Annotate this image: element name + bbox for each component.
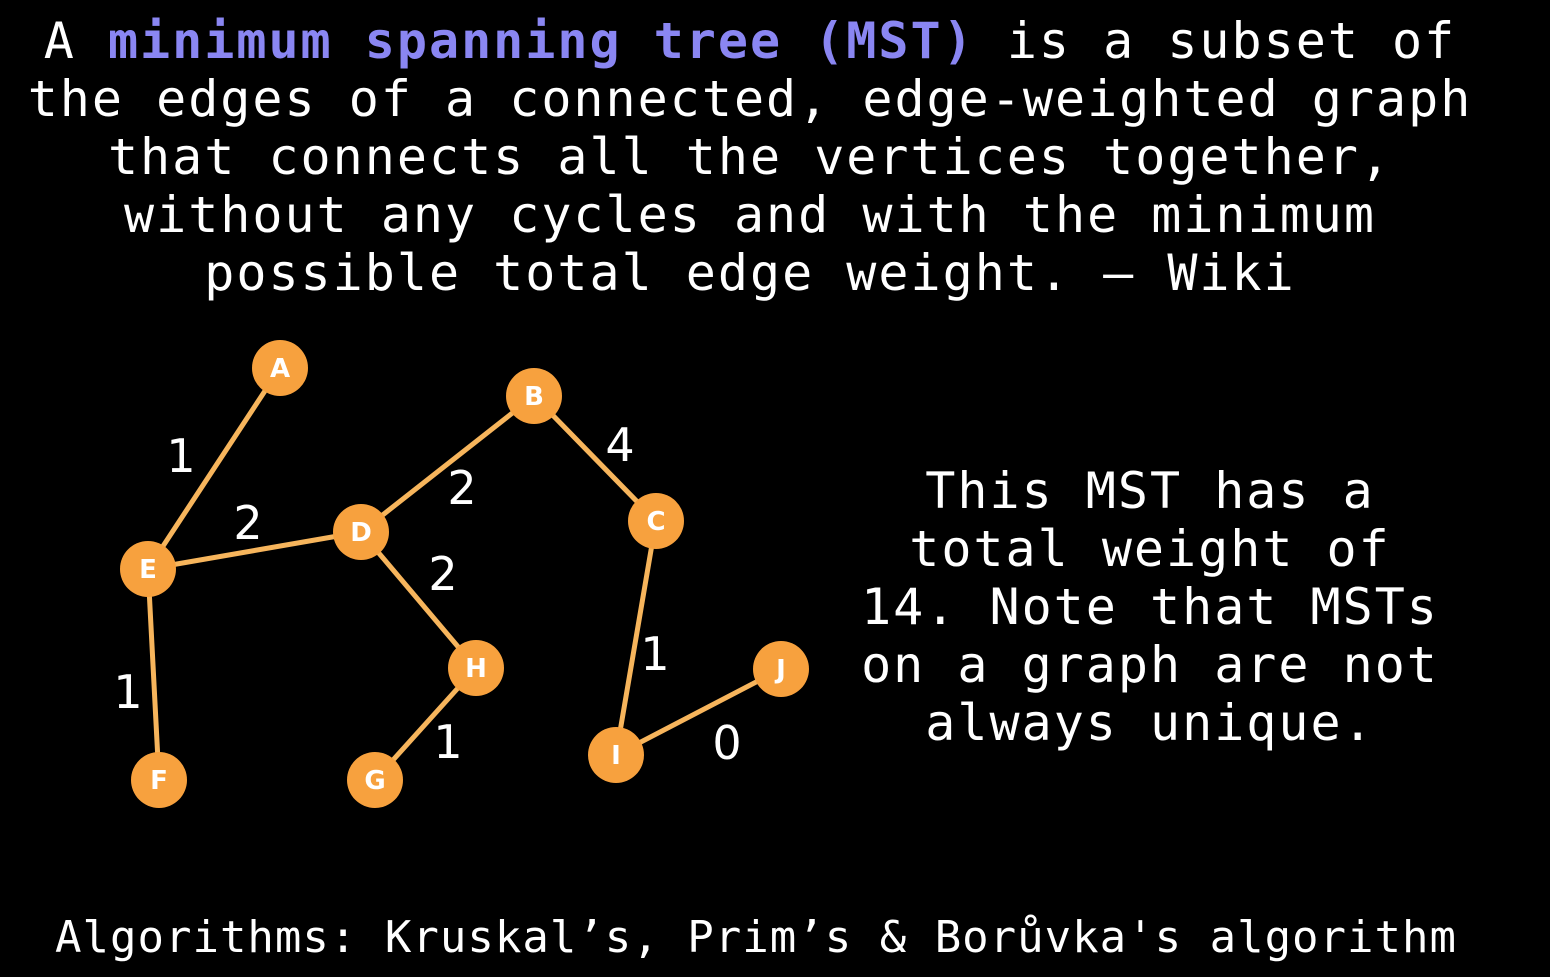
vertex-a: A bbox=[252, 340, 308, 396]
graph-edge-weights: 121224110 bbox=[113, 418, 741, 770]
note-line-4: on a graph are not bbox=[861, 636, 1439, 694]
vertex-label: D bbox=[350, 518, 372, 548]
vertex-label: F bbox=[150, 766, 168, 796]
vertex-f: F bbox=[131, 752, 187, 808]
edge-weight-h-g: 1 bbox=[433, 715, 462, 769]
vertex-g: G bbox=[347, 752, 403, 808]
mst-graph: 121224110 ABCDEF GHIJ bbox=[113, 340, 809, 808]
edge-weight-e-d: 2 bbox=[233, 496, 262, 550]
note-line-1: This MST has a bbox=[925, 462, 1375, 520]
vertex-h: H bbox=[448, 640, 504, 696]
edge-weight-b-c: 4 bbox=[605, 418, 634, 472]
edge-weight-d-b: 2 bbox=[447, 461, 476, 515]
mst-note: This MST has a total weight of 14. Note … bbox=[860, 462, 1440, 752]
edge-weight-i-j: 0 bbox=[712, 716, 741, 770]
vertex-i: I bbox=[588, 727, 644, 783]
vertex-c: C bbox=[628, 493, 684, 549]
edge-e-f bbox=[145, 566, 162, 783]
graph-edges bbox=[145, 365, 784, 783]
vertex-j: J bbox=[753, 641, 809, 697]
vertex-label: J bbox=[774, 655, 786, 685]
vertex-label: I bbox=[611, 741, 621, 771]
edge-weight-a-e: 1 bbox=[166, 429, 195, 483]
definition-suffix: is a subset of bbox=[974, 12, 1457, 70]
vertex-label: G bbox=[364, 766, 385, 796]
note-line-5: always unique. bbox=[925, 694, 1375, 752]
algorithms-footer: Algorithms: Kruskal’s, Prim’s & Borůvka'… bbox=[55, 912, 1458, 963]
edge-weight-e-f: 1 bbox=[113, 665, 142, 719]
vertex-label: H bbox=[465, 654, 487, 684]
edge-weight-d-h: 2 bbox=[428, 547, 457, 601]
graph-vertices: A B C D E F G H I J bbox=[120, 340, 809, 808]
note-line-3: 14. Note that MSTs bbox=[861, 578, 1439, 636]
note-line-2: total weight of bbox=[909, 520, 1391, 578]
vertex-e: E bbox=[120, 541, 176, 597]
vertex-b: B bbox=[506, 368, 562, 424]
vertex-d: D bbox=[333, 504, 389, 560]
vertex-label: C bbox=[646, 507, 665, 537]
vertex-label: A bbox=[270, 354, 290, 384]
edge-weight-c-i: 1 bbox=[640, 627, 669, 681]
vertex-label: B bbox=[524, 382, 544, 412]
vertex-label: E bbox=[139, 555, 157, 585]
